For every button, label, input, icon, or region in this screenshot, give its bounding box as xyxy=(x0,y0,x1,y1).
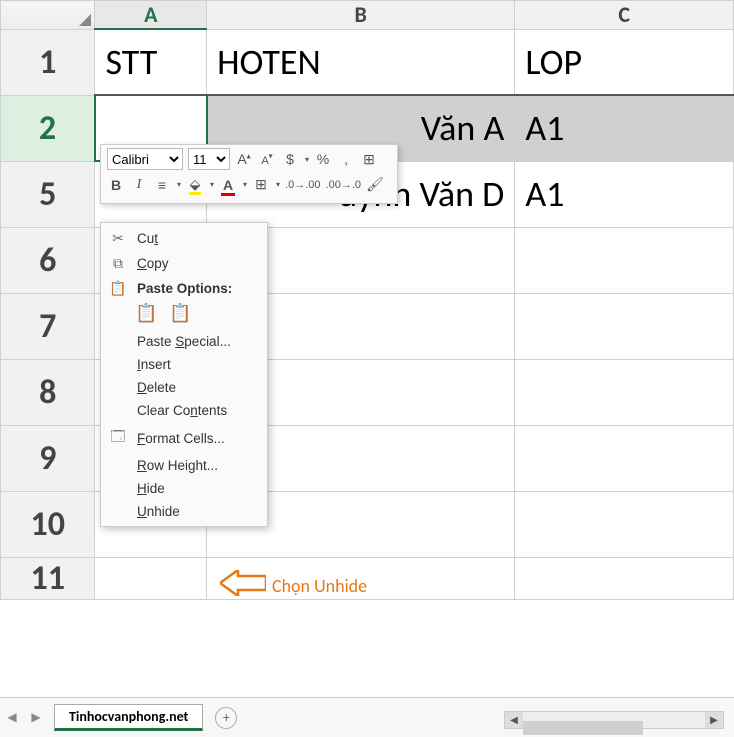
select-all-corner[interactable] xyxy=(1,1,95,30)
cell-C8[interactable] xyxy=(515,359,734,425)
row-header-8[interactable]: 8 xyxy=(1,359,95,425)
tab-scroll-right[interactable]: ▶ xyxy=(26,708,46,728)
scissors-icon: ✂ xyxy=(107,230,129,247)
decrease-font-icon[interactable]: A▾ xyxy=(258,151,276,167)
comma-format-icon[interactable]: , xyxy=(337,151,355,167)
menu-cut[interactable]: ✂ Cut xyxy=(101,226,267,251)
col-header-B[interactable]: B xyxy=(207,1,515,30)
menu-insert-label: Insert xyxy=(137,357,171,372)
scroll-thumb[interactable] xyxy=(523,721,643,735)
menu-paste-options-label: Paste Options: xyxy=(137,281,232,296)
cell-C11[interactable] xyxy=(515,557,734,599)
sheet-tab-bar: ◀ ▶ Tinhocvanphong.net + ◀ ▶ xyxy=(0,697,734,737)
menu-clear-label: Clear Contents xyxy=(137,403,227,418)
cell-C2[interactable]: A1 xyxy=(515,95,734,161)
format-cells-icon: 🗔 xyxy=(107,426,129,450)
format-painter-brush-icon[interactable]: 🖌 xyxy=(366,176,384,193)
col-header-A[interactable]: A xyxy=(95,1,207,30)
align-icon[interactable]: ≡ xyxy=(153,177,171,193)
clipboard-icon: 📋 xyxy=(107,280,129,297)
row-header-9[interactable]: 9 xyxy=(1,425,95,491)
cell-B1[interactable]: HOTEN xyxy=(207,29,515,95)
menu-cut-label: Cut xyxy=(137,231,158,246)
menu-copy-label: Copy xyxy=(137,256,169,271)
borders-icon[interactable]: ⊞ xyxy=(252,176,270,193)
menu-delete[interactable]: Delete xyxy=(101,376,267,399)
menu-clear-contents[interactable]: Clear Contents xyxy=(101,399,267,422)
row-header-10[interactable]: 10 xyxy=(1,491,95,557)
menu-insert[interactable]: Insert xyxy=(101,353,267,376)
cell-C10[interactable] xyxy=(515,491,734,557)
menu-hide[interactable]: Hide xyxy=(101,477,267,500)
add-sheet-button[interactable]: + xyxy=(215,707,237,729)
menu-unhide-label: Unhide xyxy=(137,504,180,519)
row-header-5[interactable]: 5 xyxy=(1,161,95,227)
cell-A11[interactable] xyxy=(95,557,207,599)
cell-C1[interactable]: LOP xyxy=(515,29,734,95)
menu-copy[interactable]: ⧉ Copy xyxy=(101,251,267,276)
decrease-decimal-icon[interactable]: .00→.0 xyxy=(326,179,361,191)
row-header-2[interactable]: 2 xyxy=(1,95,95,161)
row-header-6[interactable]: 6 xyxy=(1,227,95,293)
row-header-11[interactable]: 11 xyxy=(1,557,95,599)
menu-hide-label: Hide xyxy=(137,481,165,496)
cell-C5[interactable]: A1 xyxy=(515,161,734,227)
font-color-icon[interactable]: A xyxy=(219,177,237,193)
fill-color-icon[interactable]: ⬙ xyxy=(186,176,204,193)
paste-keep-formatting-icon[interactable]: 📋 xyxy=(135,303,157,324)
accounting-format-icon[interactable]: $ xyxy=(281,151,299,167)
menu-rowheight-label: Row Height... xyxy=(137,458,218,473)
sheet-tab[interactable]: Tinhocvanphong.net xyxy=(54,704,203,731)
menu-row-height[interactable]: Row Height... xyxy=(101,454,267,477)
font-size-select[interactable]: 11 xyxy=(188,148,230,170)
row-header-1[interactable]: 1 xyxy=(1,29,95,95)
copy-icon: ⧉ xyxy=(107,255,129,272)
menu-format-label: Format Cells... xyxy=(137,431,225,446)
menu-unhide[interactable]: Unhide xyxy=(101,500,267,523)
mini-toolbar: Calibri 11 A▴ A▾ $▾ % , ⊞ B I ≡▾ ⬙▾ A▾ ⊞… xyxy=(100,144,398,204)
bold-button[interactable]: B xyxy=(107,177,125,193)
menu-paste-options: 📋 Paste Options: xyxy=(101,276,267,301)
context-menu: ✂ Cut ⧉ Copy 📋 Paste Options: 📋 📋 Paste … xyxy=(100,222,268,527)
cell-C9[interactable] xyxy=(515,425,734,491)
italic-button[interactable]: I xyxy=(130,177,148,193)
cell-C6[interactable] xyxy=(515,227,734,293)
scroll-right-button[interactable]: ▶ xyxy=(705,712,723,728)
increase-decimal-icon[interactable]: .0→.00 xyxy=(285,179,320,191)
row-header-7[interactable]: 7 xyxy=(1,293,95,359)
cell-C7[interactable] xyxy=(515,293,734,359)
font-family-select[interactable]: Calibri xyxy=(107,148,183,170)
col-header-C[interactable]: C xyxy=(515,1,734,30)
format-painter-icon[interactable]: ⊞ xyxy=(360,151,378,168)
scroll-left-button[interactable]: ◀ xyxy=(505,712,523,728)
cell-A1[interactable]: STT xyxy=(95,29,207,95)
increase-font-icon[interactable]: A▴ xyxy=(235,151,253,167)
tab-scroll-left[interactable]: ◀ xyxy=(2,708,22,728)
paste-values-icon[interactable]: 📋 xyxy=(169,303,191,324)
percent-format-icon[interactable]: % xyxy=(314,151,332,167)
annotation-text: Chọn Unhide xyxy=(272,575,367,597)
menu-paste-special[interactable]: Paste Special... xyxy=(101,330,267,353)
menu-paste-special-label: Paste Special... xyxy=(137,334,231,349)
menu-delete-label: Delete xyxy=(137,380,176,395)
horizontal-scrollbar[interactable]: ◀ ▶ xyxy=(504,711,724,729)
menu-format-cells[interactable]: 🗔 Format Cells... xyxy=(101,422,267,454)
annotation-arrow xyxy=(220,570,266,596)
